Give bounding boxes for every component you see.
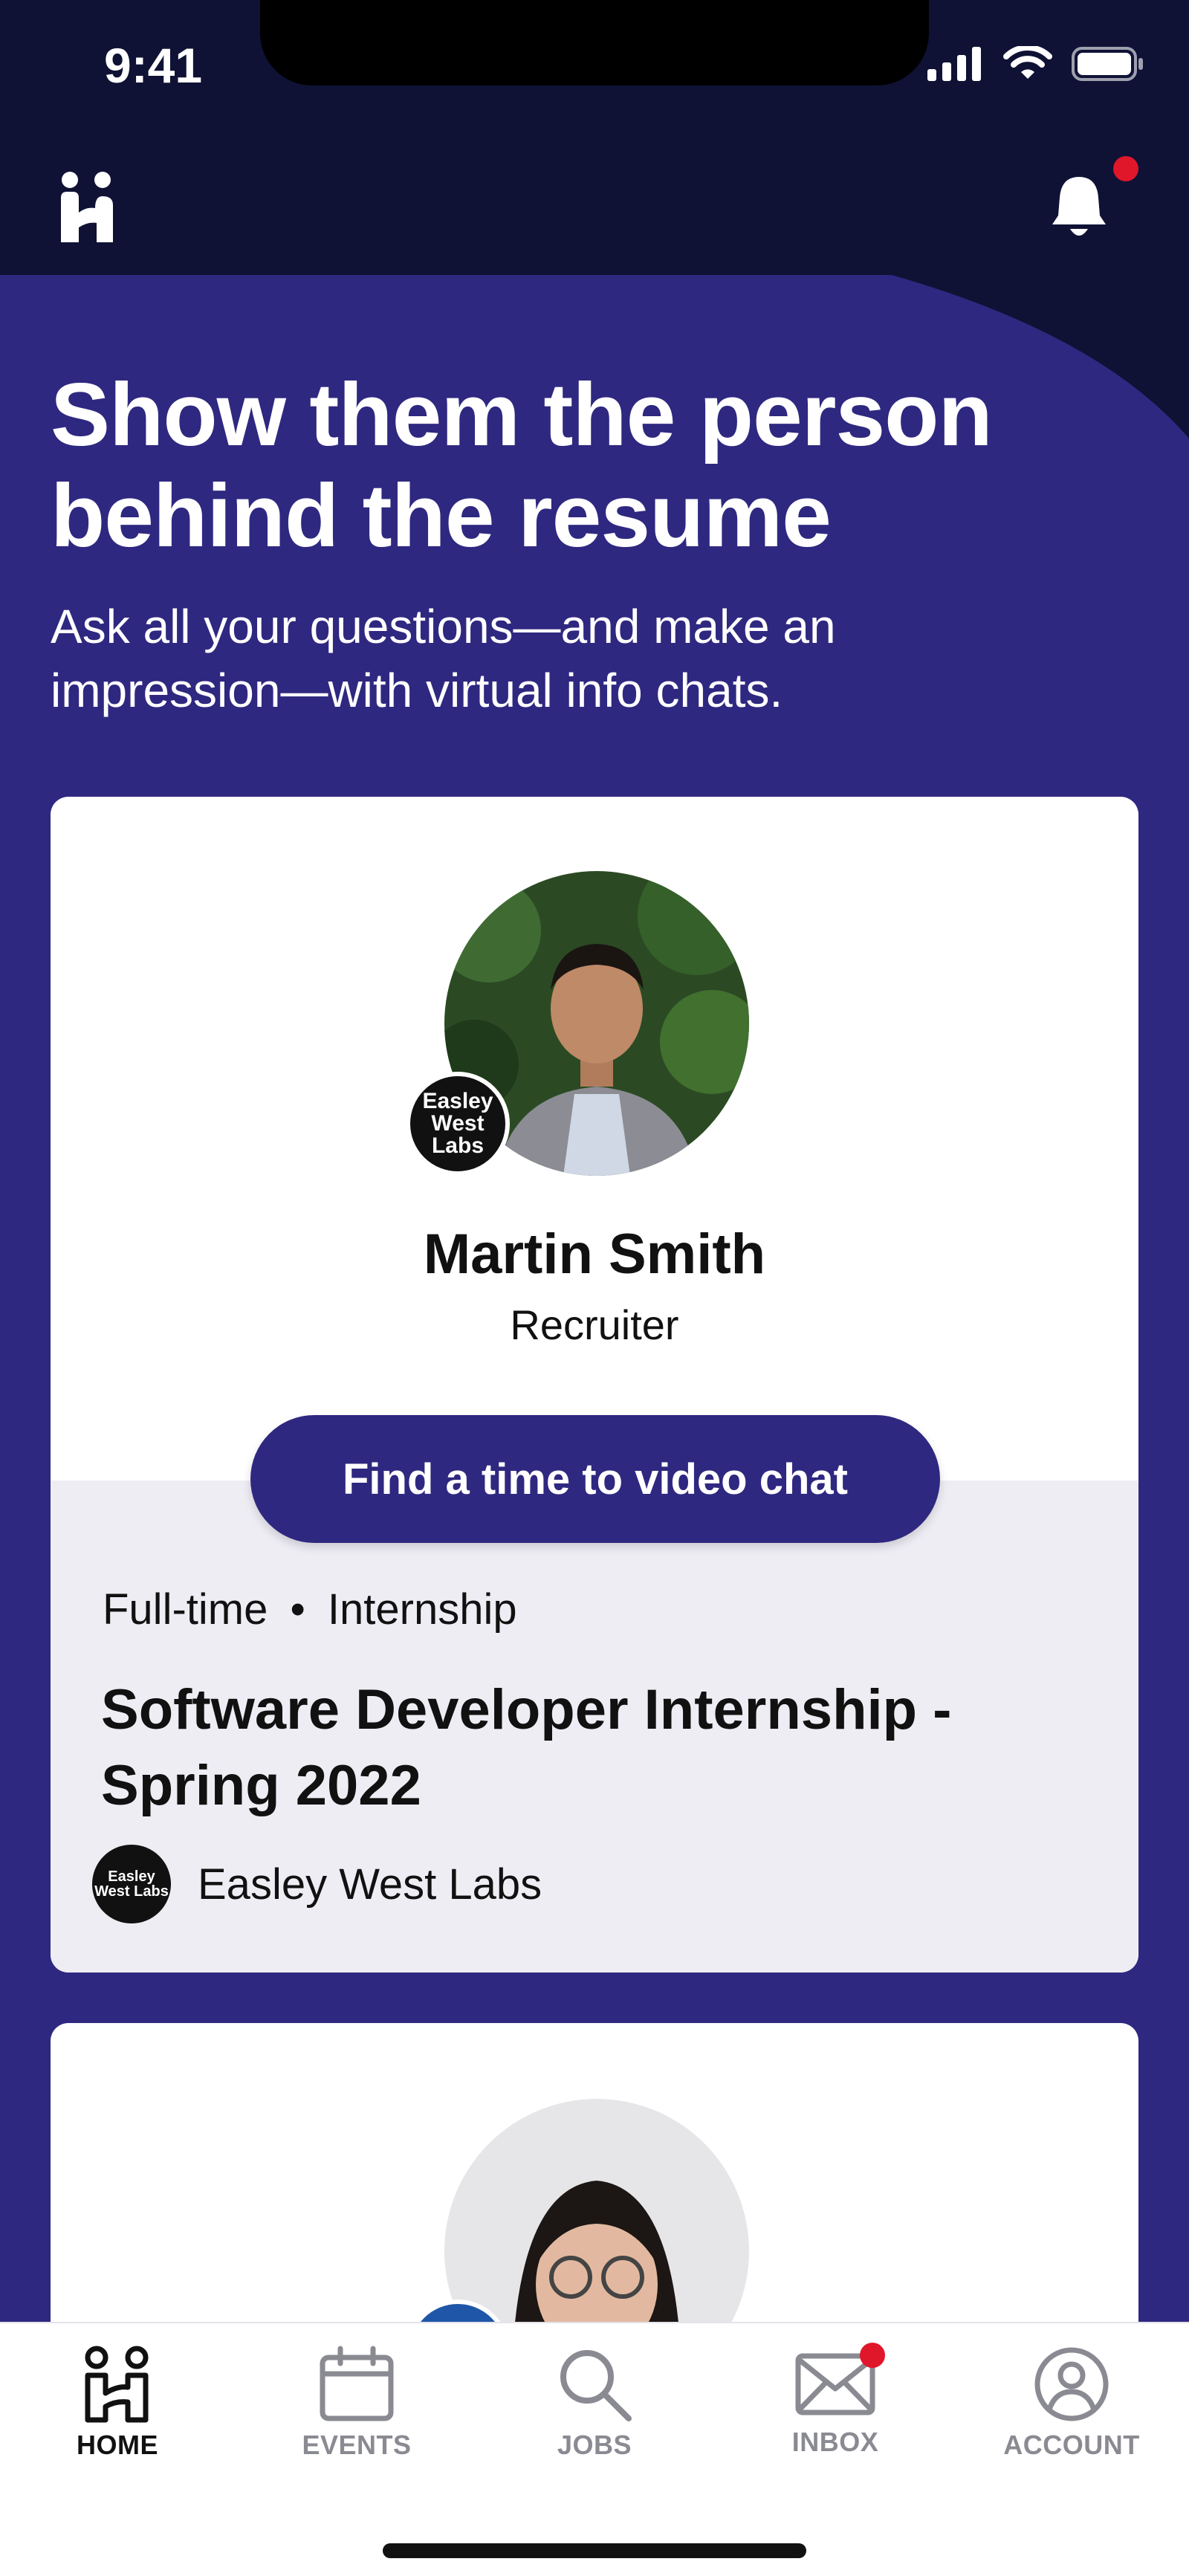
handshake-logo-icon[interactable]	[58, 169, 117, 244]
inbox-unread-dot	[860, 2343, 885, 2368]
recruiter-card[interactable]: Easley West Labs Martin Smith Recruiter …	[51, 797, 1138, 1973]
battery-icon	[1072, 47, 1143, 81]
tab-home-label: HOME	[77, 2430, 158, 2460]
tab-bar: HOME EVENTS JOBS INBOX ACCOUNT	[0, 2322, 1189, 2576]
tab-events[interactable]: EVENTS	[268, 2346, 446, 2461]
tab-inbox-label: INBOX	[791, 2427, 879, 2457]
device-notch	[260, 0, 929, 85]
company-name: Easley West Labs	[198, 1860, 542, 1909]
status-bar: 9:41	[0, 0, 1189, 149]
user-icon	[1034, 2347, 1109, 2421]
signal-icon	[927, 47, 981, 81]
notification-dot	[1113, 156, 1138, 181]
wifi-icon	[1003, 46, 1052, 79]
job-type: Full-time	[103, 1585, 268, 1634]
video-chat-button[interactable]: Find a time to video chat	[250, 1415, 940, 1543]
recruiter-name: Martin Smith	[423, 1223, 766, 1286]
top-navigation	[0, 149, 1189, 275]
job-meta: Full-time • Internship	[103, 1585, 517, 1634]
tab-jobs-label: JOBS	[557, 2430, 632, 2460]
company-logo-badge: Easley West Labs	[406, 1072, 510, 1176]
job-kind: Internship	[327, 1585, 517, 1634]
status-icons	[927, 46, 1144, 82]
tab-events-label: EVENTS	[302, 2430, 412, 2460]
job-meta-separator: •	[290, 1585, 305, 1634]
tab-jobs[interactable]: JOBS	[505, 2346, 684, 2461]
tab-inbox[interactable]: INBOX	[746, 2343, 924, 2458]
bell-icon	[1052, 177, 1106, 236]
calendar-icon	[320, 2346, 394, 2421]
company-row[interactable]: Easley West Labs Easley West Labs	[92, 1845, 542, 1923]
search-icon	[560, 2350, 632, 2421]
company-logo: Easley West Labs	[92, 1845, 171, 1923]
job-title[interactable]: Software Developer Internship - Spring 2…	[101, 1672, 1097, 1824]
status-time: 9:41	[104, 38, 203, 93]
home-icon	[85, 2346, 149, 2423]
hero-subtitle: Ask all your questions—and make an impre…	[51, 600, 836, 717]
hero-title: Show them the person behind the resume	[51, 365, 993, 566]
notification-button[interactable]	[1049, 156, 1138, 242]
tab-account-label: ACCOUNT	[1003, 2430, 1140, 2460]
recruiter-role: Recruiter	[510, 1301, 679, 1348]
tab-account[interactable]: ACCOUNT	[982, 2346, 1161, 2461]
home-indicator	[383, 2543, 806, 2558]
tab-home[interactable]: HOME	[28, 2346, 207, 2461]
